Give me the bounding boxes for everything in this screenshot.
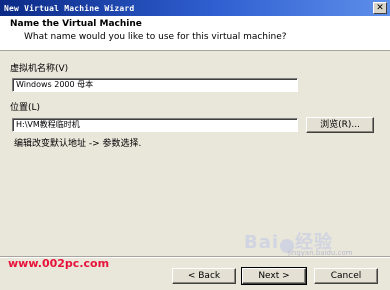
vm-name-label: 虚拟机名称(V) xyxy=(10,64,69,74)
cancel-button[interactable]: Cancel xyxy=(314,268,378,284)
title-bar[interactable]: New Virtual Machine Wizard ✕ xyxy=(0,0,390,16)
back-button[interactable]: < Back xyxy=(172,268,236,284)
close-button[interactable]: ✕ xyxy=(373,2,387,14)
location-hint: 编辑改变默认地址 -> 参数选择. xyxy=(14,139,142,149)
close-icon: ✕ xyxy=(376,2,384,13)
header-title: Name the Virtual Machine xyxy=(10,19,142,29)
wizard-header: Name the Virtual Machine What name would… xyxy=(0,16,390,51)
vm-name-input[interactable]: Windows 2000 母本 xyxy=(12,78,298,92)
site-watermark: www.002pc.com xyxy=(8,257,110,270)
location-label: 位置(L) xyxy=(10,103,41,113)
browse-button[interactable]: 浏览(R)... xyxy=(306,117,374,133)
header-subtitle: What name would you like to use for this… xyxy=(24,32,287,42)
window-title: New Virtual Machine Wizard xyxy=(4,3,135,13)
next-button[interactable]: Next > xyxy=(241,267,307,285)
baidu-text: Bai xyxy=(244,232,280,253)
location-input[interactable]: H:\VM教程临时机 xyxy=(12,118,298,132)
